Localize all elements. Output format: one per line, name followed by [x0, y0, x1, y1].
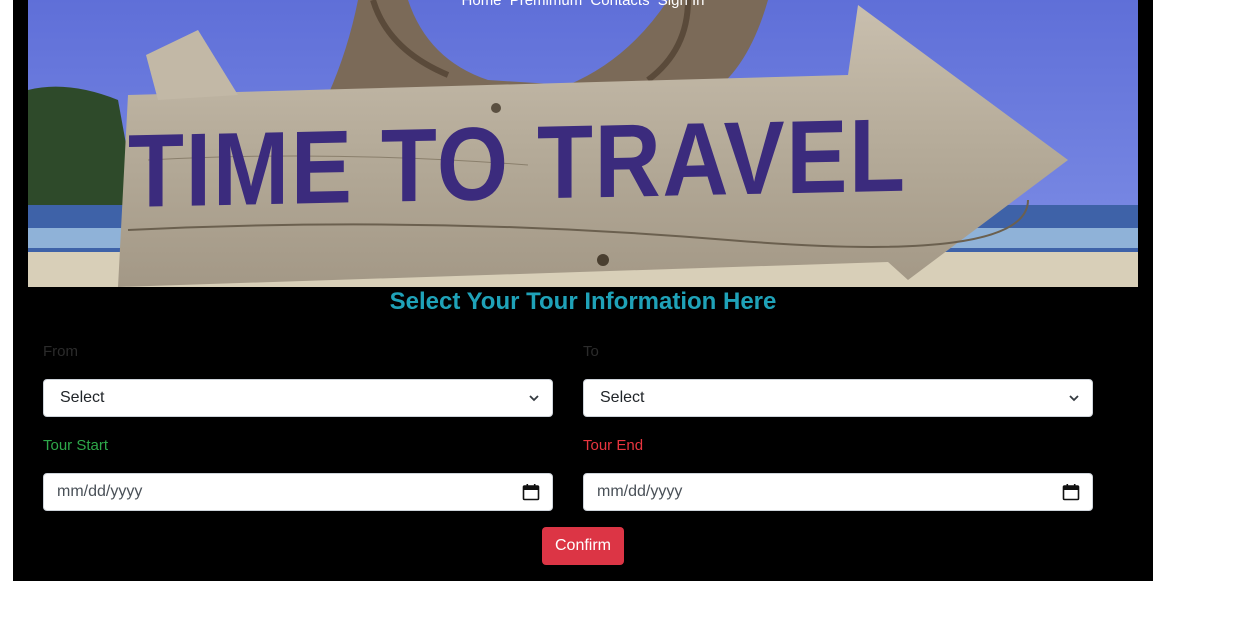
nav-home[interactable]: Home: [462, 0, 502, 9]
chevron-down-icon: [529, 395, 539, 402]
tour-end-label: Tour End: [583, 437, 644, 454]
to-select[interactable]: Select: [583, 379, 1093, 417]
calendar-icon[interactable]: [522, 483, 540, 501]
form-title: Select Your Tour Information Here: [389, 288, 777, 315]
to-label: To: [583, 343, 599, 360]
hero-banner: Home Premimum Contacts Sign In TIME TO T…: [28, 0, 1138, 287]
tour-end-date-value: mm/dd/yyyy: [597, 483, 683, 500]
confirm-button[interactable]: Confirm: [542, 527, 624, 565]
tour-start-date-input[interactable]: mm/dd/yyyy: [43, 473, 553, 511]
tour-start-date-value: mm/dd/yyyy: [57, 483, 143, 500]
main-panel: Home Premimum Contacts Sign In TIME TO T…: [13, 0, 1153, 581]
from-select[interactable]: Select: [43, 379, 553, 417]
hero-sign-text: TIME TO TRAVEL: [128, 97, 907, 230]
chevron-down-icon: [1069, 395, 1079, 402]
calendar-icon[interactable]: [1062, 483, 1080, 501]
top-nav: Home Premimum Contacts Sign In: [28, 0, 1138, 9]
to-select-value: Select: [600, 389, 645, 406]
tour-end-date-input[interactable]: mm/dd/yyyy: [583, 473, 1093, 511]
tour-start-label: Tour Start: [43, 437, 109, 454]
nav-contacts[interactable]: Contacts: [590, 0, 649, 9]
from-select-value: Select: [60, 389, 105, 406]
nav-sign-in[interactable]: Sign In: [658, 0, 705, 9]
nav-premium[interactable]: Premimum: [510, 0, 583, 9]
from-label: From: [43, 343, 78, 360]
